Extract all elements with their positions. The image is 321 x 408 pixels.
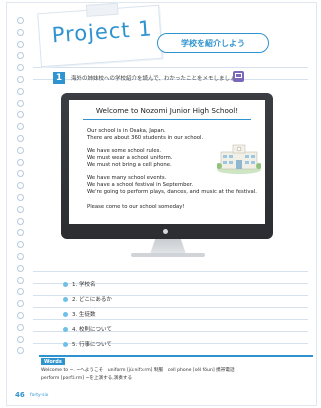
notebook-icon <box>233 71 244 82</box>
memo-item: 5. 行事について <box>63 340 112 348</box>
paragraph-intro: Our school is in Osaka, Japan. There are… <box>87 128 203 142</box>
text-line: We must not bring a cell phone. <box>87 162 172 169</box>
text-line: We have a school festival in September. <box>87 182 194 189</box>
bullet-icon <box>63 296 68 302</box>
vocabulary-line: Welcome to ~. ~へようこそ uniform [júːnifɔːrm… <box>41 368 235 373</box>
text-line: Our school is in Osaka, Japan. <box>87 128 166 134</box>
monitor-base <box>131 253 205 257</box>
ring-hole <box>17 229 24 237</box>
ring-hole <box>17 264 24 272</box>
ring-hole <box>17 217 24 225</box>
ruled-line <box>33 271 308 272</box>
monitor-screen: Welcome to Nozomi Junior High School! Ou… <box>69 100 265 224</box>
text-line: There are about 360 students in our scho… <box>87 135 204 142</box>
paragraph-closing: Please come to our school someday! <box>87 204 185 211</box>
screen-heading: Welcome to Nozomi Junior High School! <box>95 106 239 115</box>
text-line: We're going to perform plays, dances, an… <box>87 189 257 196</box>
ring-hole <box>17 300 24 308</box>
ring-hole <box>17 146 24 154</box>
memo-label: 4. 校則について <box>72 327 112 333</box>
monitor-power-dot <box>163 229 168 234</box>
heading-underline <box>83 119 251 120</box>
ring-hole <box>17 111 24 119</box>
page-subtitle: 学校を紹介しよう <box>157 33 269 53</box>
memo-item: 3. 生徒数 <box>63 310 96 318</box>
notebook-rings <box>17 17 27 357</box>
monitor: Welcome to Nozomi Junior High School! Ou… <box>61 93 273 239</box>
ring-hole <box>17 17 24 24</box>
text-line: We have many school events. <box>87 175 167 181</box>
ring-hole <box>17 335 24 343</box>
ring-hole <box>17 87 24 95</box>
ring-hole <box>17 64 24 72</box>
school-building-illustration <box>217 144 261 174</box>
ring-hole <box>17 52 24 60</box>
words-tag: Words <box>41 358 65 365</box>
paragraph-events: We have many school events. We have a sc… <box>87 175 257 197</box>
ring-hole <box>17 288 24 296</box>
ring-hole <box>17 170 24 178</box>
ring-hole <box>17 347 24 355</box>
memo-label: 2. どこにあるか <box>72 297 112 303</box>
title-card: Project 1 <box>37 3 163 68</box>
ring-hole <box>17 253 24 260</box>
ruled-line <box>33 307 308 308</box>
task-instruction: 海外の姉妹校への学校紹介を読んで、わかったことをメモしましょう。 <box>71 76 247 82</box>
paragraph-rules: We have some school rules. We must wear … <box>87 148 172 170</box>
ruled-line <box>33 319 308 320</box>
ruled-line <box>33 67 308 68</box>
ring-hole <box>17 323 24 331</box>
memo-item: 2. どこにあるか <box>63 295 112 303</box>
ring-hole <box>17 28 24 36</box>
text-line: We must wear a school uniform. <box>87 155 173 162</box>
task-number: 1 <box>53 72 65 84</box>
vocabulary-line: perform [pərfɔ́ːrm] ~を上演する,演奏する <box>41 376 133 381</box>
memo-label: 3. 生徒数 <box>72 312 96 318</box>
textbook-page: Project 1 学校を紹介しよう 1 海外の姉妹校への学校紹介を読んで、わか… <box>6 2 317 406</box>
page-title: Project 1 <box>51 16 154 48</box>
bullet-icon <box>63 311 68 317</box>
ring-hole <box>17 194 24 201</box>
bullet-icon <box>63 281 68 287</box>
ring-hole <box>17 312 24 319</box>
ring-hole <box>17 123 24 131</box>
memo-label: 5. 行事について <box>72 342 112 348</box>
ring-hole <box>17 182 24 190</box>
ring-hole <box>17 76 24 83</box>
ring-hole <box>17 158 24 166</box>
ring-hole <box>17 205 24 213</box>
words-box: Words Welcome to ~. ~へようこそ uniform [júːn… <box>39 355 313 383</box>
ring-hole <box>17 99 24 107</box>
ring-hole <box>17 276 24 284</box>
ring-hole <box>17 241 24 249</box>
page-number-word: forty-six <box>30 393 49 398</box>
text-line: We have some school rules. <box>87 148 162 154</box>
ring-hole <box>17 135 24 142</box>
memo-item: 1. 学校名 <box>63 280 96 288</box>
page-number: 46 <box>15 391 25 399</box>
bullet-icon <box>63 341 68 347</box>
ring-hole <box>17 40 24 48</box>
text-line: Please come to our school someday! <box>87 204 185 210</box>
tape-decoration <box>85 3 119 17</box>
memo-item: 4. 校則について <box>63 325 112 333</box>
bullet-icon <box>63 326 68 332</box>
memo-label: 1. 学校名 <box>72 282 96 288</box>
